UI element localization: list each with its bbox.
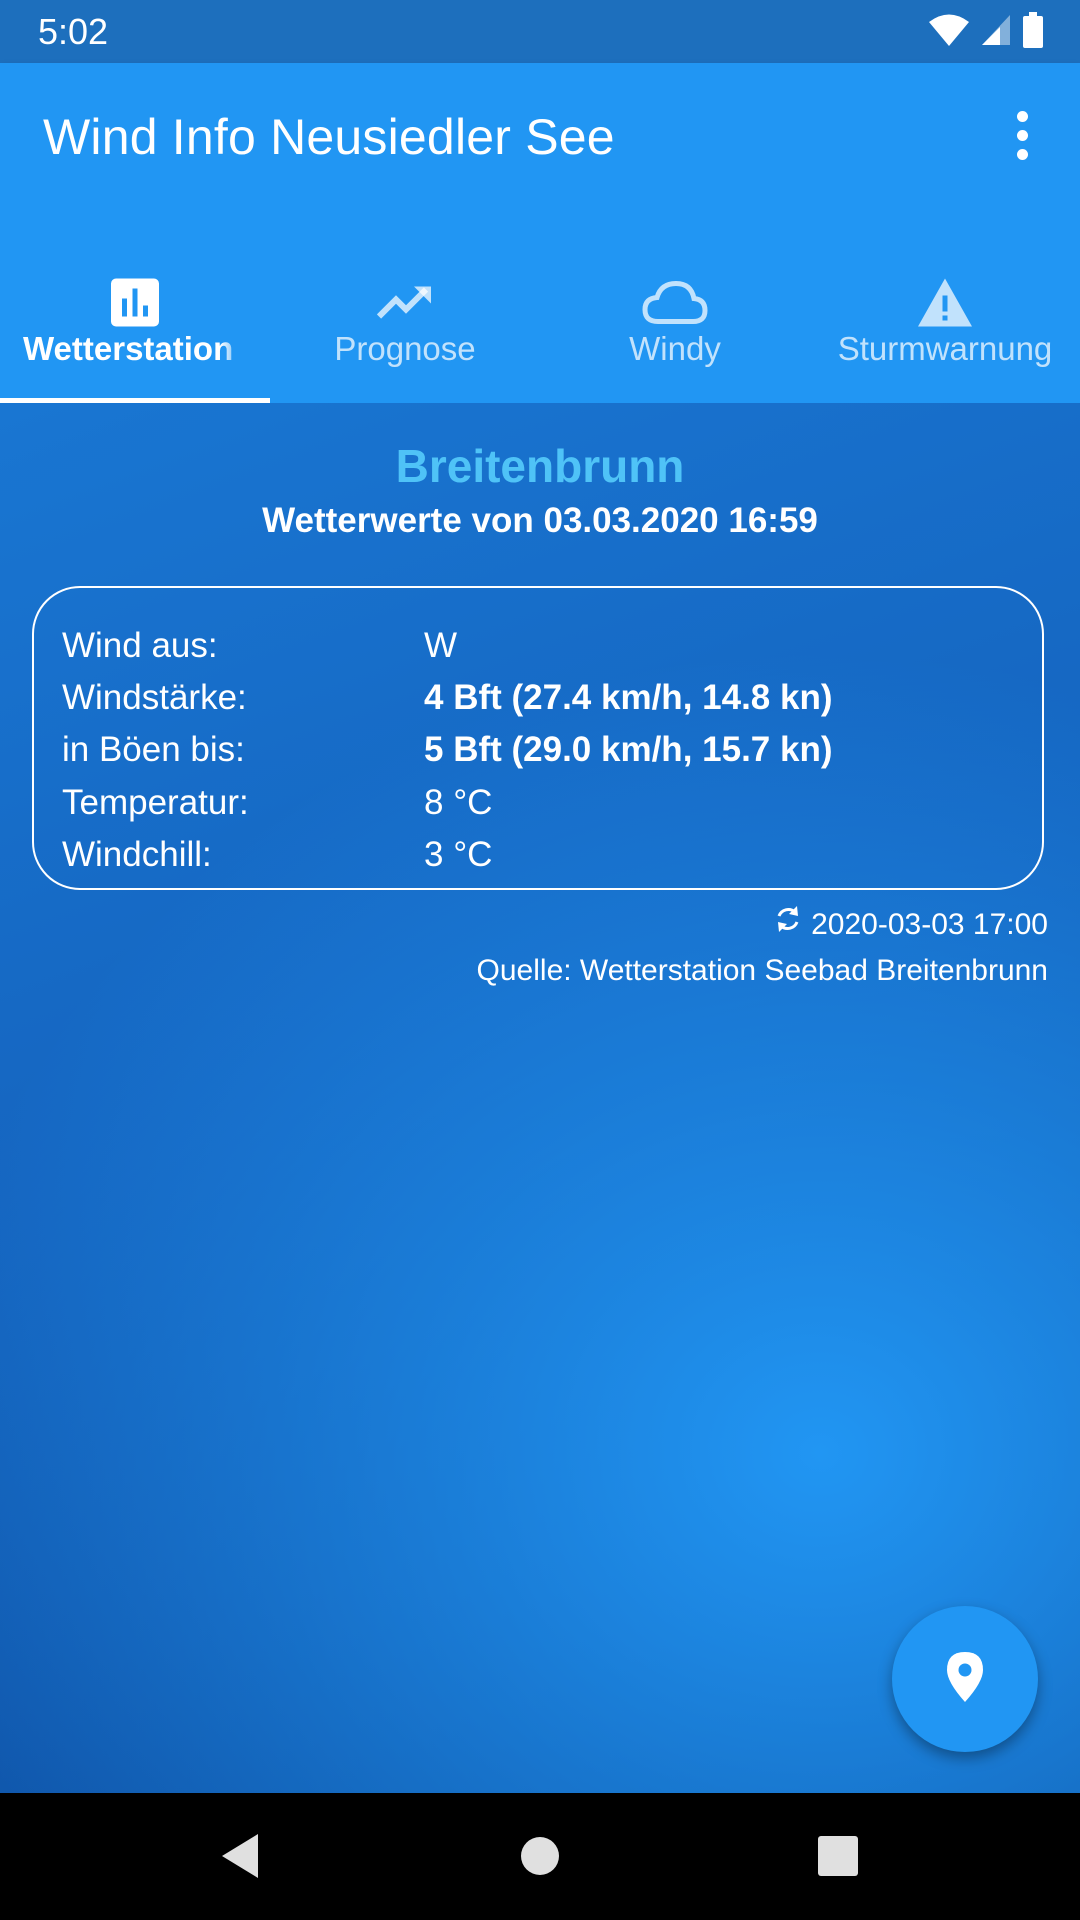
tab-bar: Wetterstation Prognose Windy Sturmwarnun…	[0, 233, 1080, 403]
tab-wetterstation[interactable]: Wetterstation	[0, 233, 270, 403]
tab-label: Wetterstation	[23, 330, 234, 367]
recents-icon[interactable]	[808, 1826, 868, 1886]
weather-station-content: Breitenbrunn Wetterwerte von 03.03.2020 …	[0, 403, 1080, 1793]
row-label: Windchill:	[62, 835, 212, 874]
location-pin-icon	[944, 1650, 986, 1709]
wifi-icon	[928, 13, 970, 52]
more-vert-icon[interactable]	[990, 103, 1054, 167]
tab-label: Windy	[629, 330, 721, 367]
row-value: 4 Bft (27.4 km/h, 14.8 kn)	[424, 678, 833, 717]
row-gusts: in Böen bis: 5 Bft (29.0 km/h, 15.7 kn)	[62, 724, 832, 776]
location-button[interactable]	[892, 1606, 1038, 1752]
warning-icon	[916, 277, 974, 334]
back-icon[interactable]	[210, 1826, 270, 1886]
data-source: Quelle: Wetterstation Seebad Breitenbrun…	[476, 954, 1048, 987]
row-label: Wind aus:	[62, 626, 218, 665]
row-value: 5 Bft (29.0 km/h, 15.7 kn)	[424, 730, 833, 769]
refresh-time: 2020-03-03 17:00	[811, 908, 1048, 941]
row-value: 8 °C	[424, 783, 493, 822]
status-icons	[928, 11, 1044, 53]
trending-up-icon	[376, 283, 434, 328]
signal-icon	[980, 13, 1012, 52]
home-icon[interactable]	[510, 1826, 570, 1886]
row-wind-direction: Wind aus: W	[62, 620, 457, 672]
tab-prognose[interactable]: Prognose	[270, 233, 540, 403]
row-label: in Böen bis:	[62, 730, 245, 769]
bar-chart-icon	[110, 278, 160, 333]
navigation-bar	[0, 1793, 1080, 1920]
battery-icon	[1022, 11, 1044, 53]
row-label: Windstärke:	[62, 678, 247, 717]
tab-label: Sturmwarnung	[837, 330, 1053, 367]
values-date: Wetterwerte von 03.03.2020 16:59	[262, 501, 818, 540]
tab-windy[interactable]: Windy	[540, 233, 810, 403]
app-bar: Wind Info Neusiedler See Wetterstation P…	[0, 63, 1080, 403]
status-bar: 5:02	[0, 0, 1080, 63]
row-label: Temperatur:	[62, 783, 249, 822]
row-wind-strength: Windstärke: 4 Bft (27.4 km/h, 14.8 kn)	[62, 672, 832, 724]
row-value: 3 °C	[424, 835, 493, 874]
status-time: 5:02	[38, 11, 109, 52]
weather-values-card: Wind aus: W Windstärke: 4 Bft (27.4 km/h…	[32, 586, 1044, 890]
row-windchill: Windchill: 3 °C	[62, 829, 492, 881]
tab-sturmwarnung[interactable]: Sturmwarnung	[810, 233, 1080, 403]
refresh-icon[interactable]	[773, 903, 803, 947]
station-name: Breitenbrunn	[395, 440, 685, 492]
cloud-icon	[642, 280, 708, 331]
row-temperature: Temperatur: 8 °C	[62, 777, 492, 829]
tab-label: Prognose	[334, 330, 476, 367]
app-title: Wind Info Neusiedler See	[43, 109, 615, 165]
last-refresh: 2020-03-03 17:00	[773, 903, 1048, 947]
row-value: W	[424, 626, 458, 665]
